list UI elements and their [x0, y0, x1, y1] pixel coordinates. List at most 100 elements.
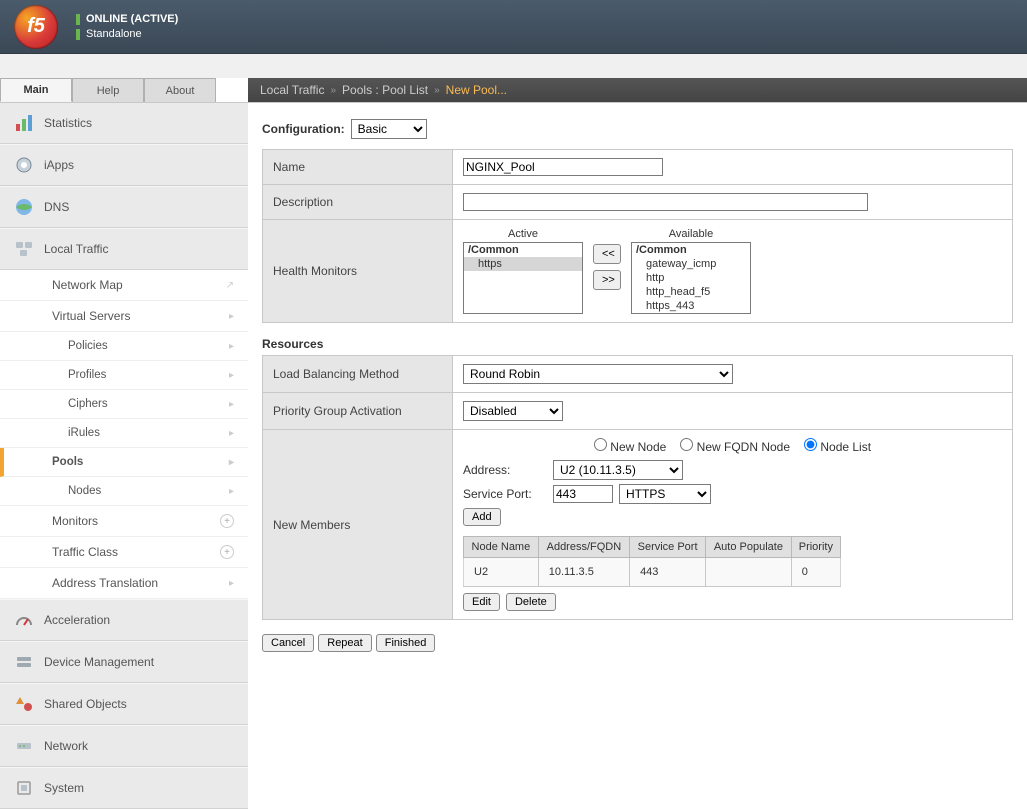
move-left-button[interactable]: <<: [593, 244, 621, 264]
tab-help[interactable]: Help: [72, 78, 144, 102]
chevron-right-icon: ▸: [229, 399, 234, 410]
chevron-right-icon: ▸: [229, 428, 234, 439]
breadcrumb-sep-icon: »: [330, 85, 336, 96]
radio-new-fqdn-node[interactable]: New FQDN Node: [680, 438, 790, 454]
breadcrumb-root[interactable]: Local Traffic: [260, 83, 324, 97]
sidebar-label: Local Traffic: [44, 242, 108, 256]
app-header: f5 ONLINE (ACTIVE) Standalone: [0, 0, 1027, 54]
plus-icon[interactable]: +: [220, 514, 234, 528]
chevron-right-icon: ▸: [229, 311, 234, 322]
sidebar-item-dns[interactable]: DNS: [0, 186, 248, 228]
sidebar-item-system[interactable]: System: [0, 767, 248, 809]
resources-table: Load Balancing Method Round Robin Priori…: [262, 355, 1013, 620]
sidebar-label: DNS: [44, 200, 69, 214]
sidebar-item-profiles[interactable]: Profiles▸: [0, 361, 248, 390]
list-item[interactable]: https: [464, 257, 582, 271]
sidebar-item-pools[interactable]: Pools▸: [0, 448, 248, 477]
gauge-icon: [14, 610, 34, 630]
description-label: Description: [263, 185, 453, 220]
col-auto-populate: Auto Populate: [706, 537, 792, 558]
status-standalone: Standalone: [86, 28, 142, 40]
servers-icon: [14, 239, 34, 259]
cancel-button[interactable]: Cancel: [262, 634, 314, 652]
add-button[interactable]: Add: [463, 508, 501, 526]
sidebar-item-irules[interactable]: iRules▸: [0, 419, 248, 448]
sidebar-item-virtual-servers[interactable]: Virtual Servers▸: [0, 301, 248, 332]
health-monitors-label: Health Monitors: [263, 220, 453, 323]
list-item[interactable]: gateway_icmp: [632, 257, 750, 271]
sidebar-label: Statistics: [44, 116, 92, 130]
service-port-proto-select[interactable]: HTTPS: [619, 484, 711, 504]
sidebar-item-local-traffic[interactable]: Local Traffic: [0, 228, 248, 270]
sidebar-item-traffic-class[interactable]: Traffic Class+: [0, 537, 248, 568]
resources-heading: Resources: [262, 337, 1013, 351]
breadcrumb: Local Traffic » Pools : Pool List » New …: [248, 78, 1027, 102]
address-select[interactable]: U2 (10.11.3.5): [553, 460, 683, 480]
main-content: Configuration: Basic Name Description He…: [248, 103, 1027, 809]
move-right-button[interactable]: >>: [593, 270, 621, 290]
pga-label: Priority Group Activation: [263, 393, 453, 430]
chart-icon: [14, 113, 34, 133]
sidebar-item-policies[interactable]: Policies▸: [0, 332, 248, 361]
sidebar: Statistics iApps DNS Local Traffic Netwo…: [0, 103, 248, 809]
network-icon: [14, 736, 34, 756]
pga-select[interactable]: Disabled: [463, 401, 563, 421]
sidebar-item-address-translation[interactable]: Address Translation▸: [0, 568, 248, 599]
sidebar-item-statistics[interactable]: Statistics: [0, 103, 248, 144]
tab-about[interactable]: About: [144, 78, 216, 102]
sidebar-item-nodes[interactable]: Nodes▸: [0, 477, 248, 506]
sidebar-item-shared-objects[interactable]: Shared Objects: [0, 683, 248, 725]
breadcrumb-pools[interactable]: Pools : Pool List: [342, 83, 428, 97]
new-members-label: New Members: [263, 430, 453, 620]
table-row[interactable]: U2 10.11.3.5 443 0: [464, 558, 841, 587]
tab-main[interactable]: Main: [0, 78, 72, 102]
radio-node-list[interactable]: Node List: [804, 438, 871, 454]
sidebar-item-device-management[interactable]: Device Management: [0, 641, 248, 683]
available-monitors-listbox[interactable]: /Common gateway_icmp http http_head_f5 h…: [631, 242, 751, 314]
finished-button[interactable]: Finished: [376, 634, 436, 652]
description-input[interactable]: [463, 193, 868, 211]
configuration-label: Configuration:: [262, 122, 345, 136]
f5-logo: f5: [14, 5, 58, 49]
sidebar-label: Shared Objects: [44, 697, 127, 711]
chevron-right-icon: ▸: [229, 457, 234, 468]
name-label: Name: [263, 150, 453, 185]
col-priority: Priority: [791, 537, 840, 558]
active-monitors-listbox[interactable]: /Common https: [463, 242, 583, 314]
breadcrumb-current: New Pool...: [446, 83, 507, 97]
col-node-name: Node Name: [464, 537, 539, 558]
sidebar-item-iapps[interactable]: iApps: [0, 144, 248, 186]
shapes-icon: [14, 694, 34, 714]
tab-strip: Main Help About Local Traffic » Pools : …: [0, 78, 1027, 103]
delete-button[interactable]: Delete: [506, 593, 556, 611]
general-properties-table: Name Description Health Monitors Active …: [262, 149, 1013, 323]
status-online: ONLINE (ACTIVE): [86, 13, 178, 25]
members-table: Node Name Address/FQDN Service Port Auto…: [463, 536, 841, 587]
chevron-right-icon: ▸: [229, 486, 234, 497]
sidebar-item-monitors[interactable]: Monitors+: [0, 506, 248, 537]
sidebar-item-network-map[interactable]: Network Map↗: [0, 270, 248, 301]
chevron-right-icon: ▸: [229, 370, 234, 381]
sidebar-item-ciphers[interactable]: Ciphers▸: [0, 390, 248, 419]
edit-button[interactable]: Edit: [463, 593, 500, 611]
lbm-select[interactable]: Round Robin: [463, 364, 733, 384]
radio-new-node[interactable]: New Node: [594, 438, 666, 454]
plus-icon[interactable]: +: [220, 545, 234, 559]
link-icon: ↗: [226, 280, 234, 291]
chevron-right-icon: ▸: [229, 578, 234, 589]
sidebar-label: Acceleration: [44, 613, 110, 627]
status-indicator-icon: [76, 29, 80, 40]
globe-icon: [14, 197, 34, 217]
system-icon: [14, 778, 34, 798]
list-item[interactable]: http_head_f5: [632, 285, 750, 299]
list-item[interactable]: https_443: [632, 299, 750, 313]
chevron-right-icon: ▸: [229, 341, 234, 352]
device-icon: [14, 652, 34, 672]
sidebar-item-acceleration[interactable]: Acceleration: [0, 599, 248, 641]
name-input[interactable]: [463, 158, 663, 176]
lbm-label: Load Balancing Method: [263, 356, 453, 393]
configuration-select[interactable]: Basic: [351, 119, 427, 139]
list-item[interactable]: http: [632, 271, 750, 285]
service-port-input[interactable]: [553, 485, 613, 503]
repeat-button[interactable]: Repeat: [318, 634, 371, 652]
